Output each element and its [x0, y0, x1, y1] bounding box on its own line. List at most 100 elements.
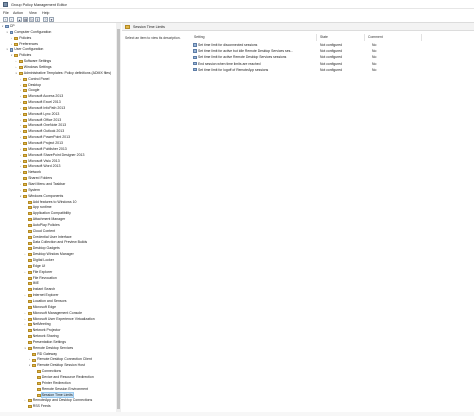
tree-item[interactable]: Network Sharing [25, 334, 59, 339]
tree-scrollbar-thumb[interactable] [116, 29, 121, 409]
tree-item[interactable]: › Control Panel [20, 77, 49, 82]
setting-row[interactable]: Set time limit for active Remote Desktop… [193, 54, 286, 60]
tree-item[interactable]: › System [20, 188, 40, 193]
tree-item[interactable]: › Network [20, 170, 41, 175]
tree-item-label: Application Compatibility [32, 211, 71, 216]
folder-icon [27, 346, 32, 350]
folder-icon [23, 153, 27, 157]
tree-item[interactable]: › Microsoft Publisher 2013 [20, 147, 67, 152]
tree-item[interactable]: › Microsoft Outlook 2013 [20, 129, 64, 134]
tree-item-label: Microsoft Publisher 2013 [28, 146, 67, 151]
tree-item[interactable]: Location and Sensors [25, 299, 67, 304]
tree-item[interactable]: › NetMeeting [25, 322, 51, 327]
tree-item[interactable]: Attachment Manager [25, 217, 65, 222]
tree-item[interactable]: ▾ User Configuration [7, 47, 43, 52]
tree-item[interactable]: Add features to Windows 10 [25, 200, 76, 205]
tree-item[interactable]: › Start Menu and Taskbar [20, 182, 65, 187]
folder-icon [14, 54, 18, 58]
forward-icon[interactable]: › [9, 17, 14, 22]
tree-item[interactable]: › File Explorer [25, 270, 52, 275]
tree-item[interactable]: Shared Folders [20, 176, 52, 181]
tree-item[interactable]: Device and Resource Redirection [34, 375, 94, 380]
folder-icon [23, 177, 27, 181]
setting-row[interactable]: End session when time limits are reached [193, 61, 261, 67]
tree-item[interactable]: › Google [20, 88, 39, 93]
setting-row[interactable]: Set time limit for disconnected sessions [193, 42, 257, 48]
tree-item[interactable]: Edge UI [25, 264, 45, 269]
tree-item[interactable]: RD Gateway [29, 352, 57, 357]
setting-comment: No [372, 61, 377, 66]
tree-item[interactable]: Microsoft Edge [25, 305, 56, 310]
tree-item[interactable]: ▾ Administrative Templates: Policy defini… [16, 71, 111, 76]
setting-row[interactable]: Set time limit for active but idle Remot… [193, 48, 293, 54]
menu-help[interactable]: Help [42, 11, 49, 15]
tree-item[interactable]: Session Time Limits [34, 391, 74, 398]
tree-item[interactable]: Desktop Gadgets [25, 246, 60, 251]
export-icon[interactable]: ⇪ [35, 17, 40, 22]
filter-icon[interactable]: ▾ [49, 17, 54, 22]
tree-item[interactable]: Credential User Interface [25, 235, 72, 240]
tree-item[interactable]: ▾ Windows Components [20, 194, 63, 199]
tree-item[interactable]: Network Projector [25, 328, 61, 333]
help-icon[interactable]: ? [43, 17, 48, 22]
tree-item[interactable]: › Microsoft Management Console [25, 311, 82, 316]
tree-item[interactable]: › Remote Desktop Connection Client [29, 357, 92, 362]
folder-icon [36, 370, 41, 374]
tree-item[interactable]: ▾ Remote Desktop Session Host [29, 363, 85, 368]
tree-scrollbar[interactable] [116, 23, 121, 416]
up-icon[interactable]: ▴ [17, 17, 22, 22]
tree-item[interactable]: RSS Feeds [25, 404, 51, 409]
tree-item-label: IME [32, 281, 39, 286]
tree-item[interactable]: › Desktop [20, 83, 41, 88]
show-hide-tree-icon[interactable]: ▤ [23, 17, 28, 22]
tree-item[interactable]: Presentation Settings [25, 340, 66, 345]
tree-item[interactable]: IME [25, 281, 39, 286]
tree-item[interactable]: › RemoteApp and Desktop Connections [25, 398, 92, 403]
tree-item[interactable]: ▾ CP [2, 24, 15, 29]
tree-item[interactable]: › Microsoft Lync 2013 [20, 112, 59, 117]
tree-item[interactable]: Remote Session Environment [34, 387, 88, 392]
tree-item[interactable]: ▾ Remote Desktop Services [25, 346, 73, 351]
tree-item[interactable]: App runtime [25, 205, 52, 210]
menu-file[interactable]: File [3, 11, 9, 15]
back-icon[interactable]: ‹ [3, 17, 8, 22]
menu-action[interactable]: Action [13, 11, 23, 15]
tree-item[interactable]: Connections [34, 369, 61, 374]
tree-item[interactable]: › Microsoft Access 2013 [20, 94, 63, 99]
tree-item[interactable]: › Microsoft Word 2013 [20, 164, 60, 169]
column-setting[interactable]: Setting [192, 34, 317, 41]
tree-item[interactable]: › Microsoft User Experience Virtualizatio… [25, 317, 95, 322]
tree-item[interactable]: › Desktop Window Manager [25, 252, 74, 257]
tree-item[interactable]: Instant Search [25, 287, 55, 292]
menu-view[interactable]: View [29, 11, 37, 15]
tree-item[interactable]: › Policies [11, 36, 31, 41]
tree-item[interactable]: › Microsoft SharePoint Designer 2013 [20, 153, 84, 158]
tree-item[interactable]: › Microsoft PowerPoint 2013 [20, 135, 70, 140]
tree-item[interactable]: Application Compatibility [25, 211, 71, 216]
tree-item[interactable]: › Microsoft Project 2013 [20, 141, 63, 146]
tree-item[interactable]: › Software Settings [16, 59, 51, 64]
tree-item[interactable]: Data Collection and Preview Builds [25, 240, 87, 245]
tree-item[interactable]: Cloud Content [25, 229, 55, 234]
tree-item[interactable]: ▾ Computer Configuration [7, 30, 51, 35]
tree-item[interactable]: Digital Locker [25, 258, 54, 263]
column-state[interactable]: State [318, 34, 365, 41]
tree-item[interactable]: AutoPlay Policies [25, 223, 60, 228]
tree-item[interactable]: File Revocation [25, 276, 57, 281]
tree-item[interactable]: › Microsoft Visio 2013 [20, 159, 60, 164]
navigation-tree[interactable]: ▾ CP ▾ Computer Configuration › Policies › Pref… [0, 23, 121, 416]
setting-row[interactable]: Set time limit for logoff of RemoteApp s… [193, 67, 268, 73]
folder-icon [23, 130, 27, 134]
tree-item[interactable]: › Microsoft InfoPath 2013 [20, 106, 65, 111]
tree-item[interactable]: › Microsoft Office 2013 [20, 118, 61, 123]
tree-item[interactable]: › Preferences [11, 42, 38, 47]
refresh-icon[interactable]: ↻ [29, 17, 34, 22]
tree-item[interactable]: ▾ Policies [11, 53, 31, 58]
tree-item[interactable]: › Internet Explorer [25, 293, 59, 298]
tree-item-label: Google [28, 88, 40, 93]
column-comment[interactable]: Comment [366, 34, 422, 41]
tree-item[interactable]: › Windows Settings [16, 65, 52, 70]
tree-item[interactable]: › Microsoft Excel 2013 [20, 100, 61, 105]
tree-item[interactable]: Printer Redirection [34, 381, 71, 386]
tree-item[interactable]: › Microsoft OneNote 2013 [20, 123, 66, 128]
